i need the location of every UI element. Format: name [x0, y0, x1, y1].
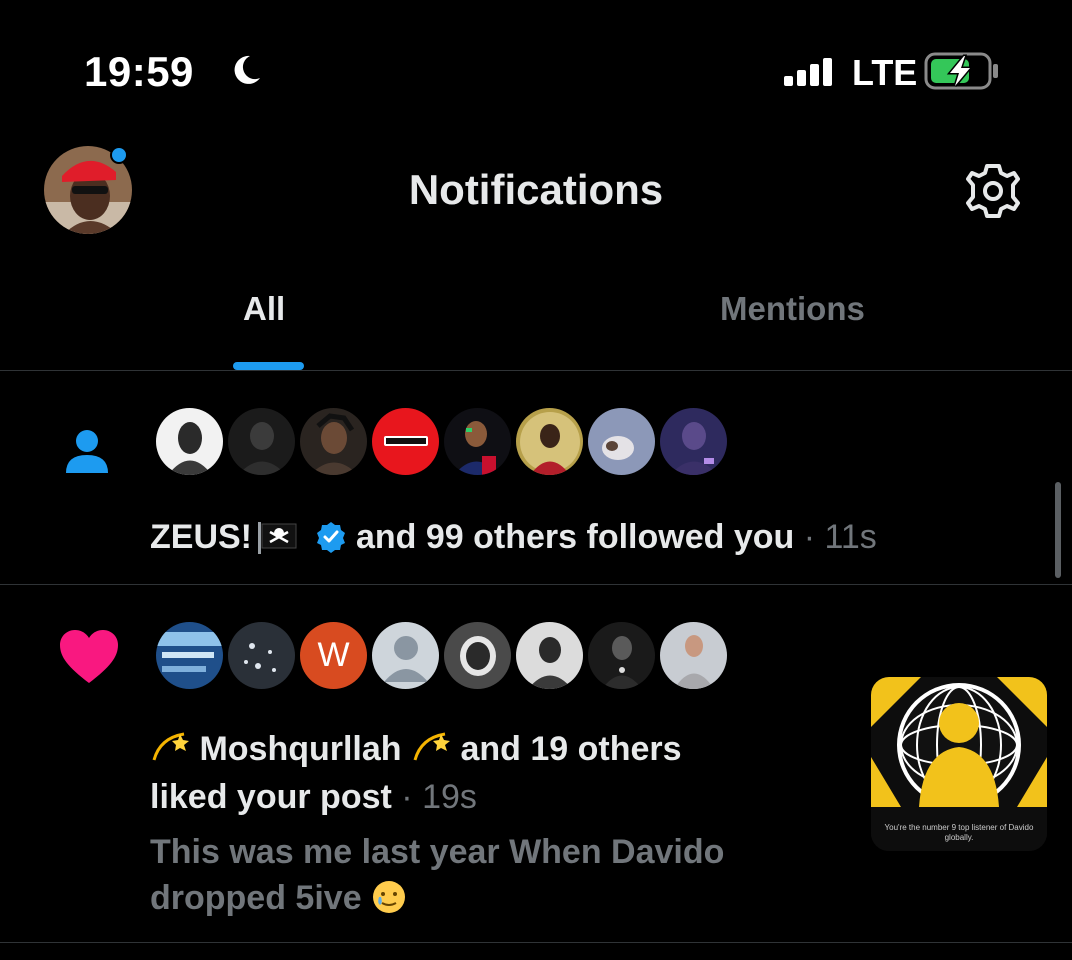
- default-avatar-icon[interactable]: [372, 622, 439, 689]
- snippet-text: dropped 5ive: [150, 879, 362, 917]
- notification-text-line1: Moshqurllah and 19 others: [150, 725, 682, 779]
- avatar[interactable]: [660, 622, 727, 689]
- avatar[interactable]: [516, 408, 583, 475]
- actor-name[interactable]: Moshqurllah: [199, 730, 401, 768]
- notification-text-line2: liked your post · 19s: [150, 773, 477, 821]
- notification-dot: [110, 146, 128, 164]
- tab-mentions[interactable]: Mentions: [720, 290, 865, 328]
- pirate-flag-icon: [258, 522, 297, 554]
- status-time: 19:59: [84, 48, 194, 95]
- notification-follow[interactable]: ZEUS! and 99 others followed you · 11s: [0, 371, 1072, 585]
- dizzy-emoji: [150, 730, 190, 779]
- action-text: and 99 others followed you: [356, 518, 795, 556]
- avatar[interactable]: [300, 408, 367, 475]
- post-snippet-line1: This was me last year When Davido: [150, 833, 725, 871]
- gear-icon[interactable]: [962, 160, 1024, 222]
- thumbnail-caption: You're the number 9 top listener of Davi…: [884, 823, 1034, 842]
- avatar[interactable]: [444, 408, 511, 475]
- action-text: liked your post: [150, 778, 392, 816]
- separator: ·: [803, 518, 816, 556]
- page-title: Notifications: [408, 166, 664, 213]
- avatar-letter[interactable]: W: [300, 622, 367, 689]
- avatar[interactable]: [516, 622, 583, 689]
- liker-avatars: W: [156, 622, 727, 689]
- verified-badge-icon: [317, 522, 345, 553]
- timestamp: 19s: [422, 778, 477, 816]
- moon-icon: [234, 55, 260, 84]
- separator: ·: [401, 778, 413, 816]
- follower-avatars: [156, 408, 727, 475]
- timestamp: 11s: [824, 518, 877, 556]
- battery-charging-icon: [924, 52, 998, 90]
- avatar[interactable]: [444, 622, 511, 689]
- tear-smile-emoji: [371, 879, 407, 927]
- tab-all[interactable]: All: [243, 290, 285, 328]
- avatar[interactable]: [156, 622, 223, 689]
- actor-name[interactable]: ZEUS!: [150, 518, 252, 556]
- notification-text: ZEUS! and 99 others followed you · 11s: [150, 513, 877, 561]
- person-icon: [66, 430, 108, 473]
- top-app-bar: Notifications: [0, 140, 1072, 250]
- action-text: and 19 others: [460, 730, 682, 768]
- signal-icon: [784, 58, 832, 86]
- active-tab-indicator: [233, 362, 304, 370]
- avatar[interactable]: [372, 408, 439, 475]
- avatar[interactable]: [660, 408, 727, 475]
- notification-like[interactable]: W Moshqurllah and 19 others liked your p…: [0, 585, 1072, 943]
- avatar[interactable]: [156, 408, 223, 475]
- avatar[interactable]: [588, 408, 655, 475]
- network-type: LTE: [852, 52, 918, 93]
- avatar[interactable]: [228, 622, 295, 689]
- avatar[interactable]: [588, 622, 655, 689]
- avatar[interactable]: [228, 408, 295, 475]
- post-snippet-line2: dropped 5ive: [150, 875, 407, 927]
- status-bar: 19:59 LTE: [0, 0, 1072, 140]
- post-thumbnail[interactable]: You're the number 9 top listener of Davi…: [871, 677, 1047, 851]
- dizzy-emoji: [411, 730, 451, 779]
- notification-tabs: All Mentions: [0, 270, 1072, 371]
- avatar-initial: W: [317, 636, 350, 674]
- heart-icon: [60, 630, 118, 683]
- scrollbar[interactable]: [1055, 482, 1061, 578]
